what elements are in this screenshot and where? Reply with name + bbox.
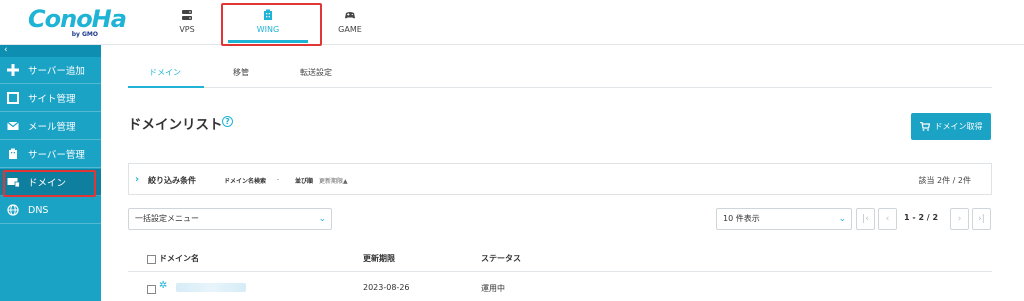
main-content: ドメイン 移管 転送設定 ドメインリスト ? ドメイン取得 › 絞り込み条件 ド… xyxy=(101,45,1024,301)
highlight-box-wing xyxy=(221,3,322,46)
page-title: ドメインリスト xyxy=(128,117,223,133)
filter-bar[interactable]: › 絞り込み条件 ドメイン名検索 - 並び順 更新期限▲ 該当 2件 / 2件 xyxy=(128,163,992,195)
sidebar-item-label: サイト管理 xyxy=(28,94,76,105)
sidebar-item-label: サーバー管理 xyxy=(28,150,85,161)
pagination-info: 1 - 2 / 2 xyxy=(904,213,939,222)
highlight-box-domain xyxy=(3,170,96,197)
chevron-right-icon: › xyxy=(135,174,140,185)
bulk-action-select[interactable]: 一括設定メニュー ⌄ xyxy=(128,208,332,230)
sidebar-item-mail[interactable]: メール管理 xyxy=(0,113,101,140)
sidebar-item-label: メール管理 xyxy=(28,122,76,133)
header-divider xyxy=(128,271,992,272)
help-icon[interactable]: ? xyxy=(222,116,233,127)
sidebar-collapse-button[interactable]: ‹ xyxy=(0,45,101,57)
sidebar-item-add-server[interactable]: サーバー追加 xyxy=(0,57,101,84)
filter-search-value: - xyxy=(277,176,280,183)
chevron-down-icon: ⌄ xyxy=(318,214,326,224)
sidebar-item-label: サーバー追加 xyxy=(28,66,85,77)
logo-text: ConoHa xyxy=(28,5,127,33)
conoha-logo[interactable]: ConoHa by GMO xyxy=(28,5,127,38)
sidebar-item-dns[interactable]: DNS xyxy=(0,197,101,224)
select-all-checkbox[interactable] xyxy=(147,255,156,264)
filter-search-label: ドメイン名検索 xyxy=(224,178,267,185)
buy-domain-label: ドメイン取得 xyxy=(934,122,983,131)
column-header-expiry[interactable]: 更新期限 xyxy=(363,253,395,264)
top-header: ConoHa by GMO VPS WING GAME xyxy=(0,0,1024,45)
nav-tab-vps[interactable]: VPS xyxy=(170,0,204,45)
row-status: 運用中 xyxy=(481,284,505,293)
next-page-button[interactable]: › xyxy=(950,208,969,230)
mail-icon xyxy=(6,119,20,133)
gamepad-icon xyxy=(345,12,355,19)
sub-tab-bar: ドメイン 移管 転送設定 xyxy=(128,61,992,88)
bulk-action-value: 一括設定メニュー xyxy=(135,214,199,223)
row-checkbox[interactable] xyxy=(147,285,156,294)
sub-tab-underline xyxy=(128,86,204,88)
plus-icon xyxy=(6,63,20,77)
last-page-button[interactable]: ›| xyxy=(972,208,991,230)
first-page-button[interactable]: |‹ xyxy=(856,208,875,230)
tab-transfer[interactable]: 移管 xyxy=(233,67,249,78)
globe-icon xyxy=(6,203,20,217)
tab-domain[interactable]: ドメイン xyxy=(149,67,181,78)
sidebar-item-server[interactable]: サーバー管理 xyxy=(0,141,101,168)
logo-sub: by GMO xyxy=(71,31,98,38)
per-page-select[interactable]: 10 件表示 ⌄ xyxy=(716,208,852,230)
nav-tab-label: GAME xyxy=(338,25,362,34)
filter-sort-label: 並び順 xyxy=(295,178,314,185)
filter-title: 絞り込み条件 xyxy=(148,176,196,185)
server-icon xyxy=(182,10,192,20)
sidebar-item-site[interactable]: サイト管理 xyxy=(0,85,101,112)
tab-forwarding[interactable]: 転送設定 xyxy=(300,67,332,78)
nav-tab-label: VPS xyxy=(179,25,195,34)
filter-sort-value: 更新期限▲ xyxy=(319,178,348,185)
chevron-down-icon: ⌄ xyxy=(838,214,846,224)
window-icon xyxy=(6,91,20,105)
server-building-icon xyxy=(6,147,20,161)
sidebar-item-label: DNS xyxy=(28,204,49,216)
row-expiry: 2023-08-26 xyxy=(363,283,410,292)
domain-name-redacted[interactable] xyxy=(176,283,246,292)
result-count: 該当 2件 / 2件 xyxy=(918,176,971,185)
gear-icon[interactable]: ✲ xyxy=(159,280,167,291)
buy-domain-button[interactable]: ドメイン取得 xyxy=(911,113,991,140)
cart-icon xyxy=(919,122,930,131)
column-header-domain[interactable]: ドメイン名 xyxy=(159,253,199,264)
per-page-value: 10 件表示 xyxy=(723,214,760,223)
prev-page-button[interactable]: ‹ xyxy=(878,208,897,230)
nav-tab-game[interactable]: GAME xyxy=(332,0,368,45)
column-header-status[interactable]: ステータス xyxy=(481,253,521,264)
